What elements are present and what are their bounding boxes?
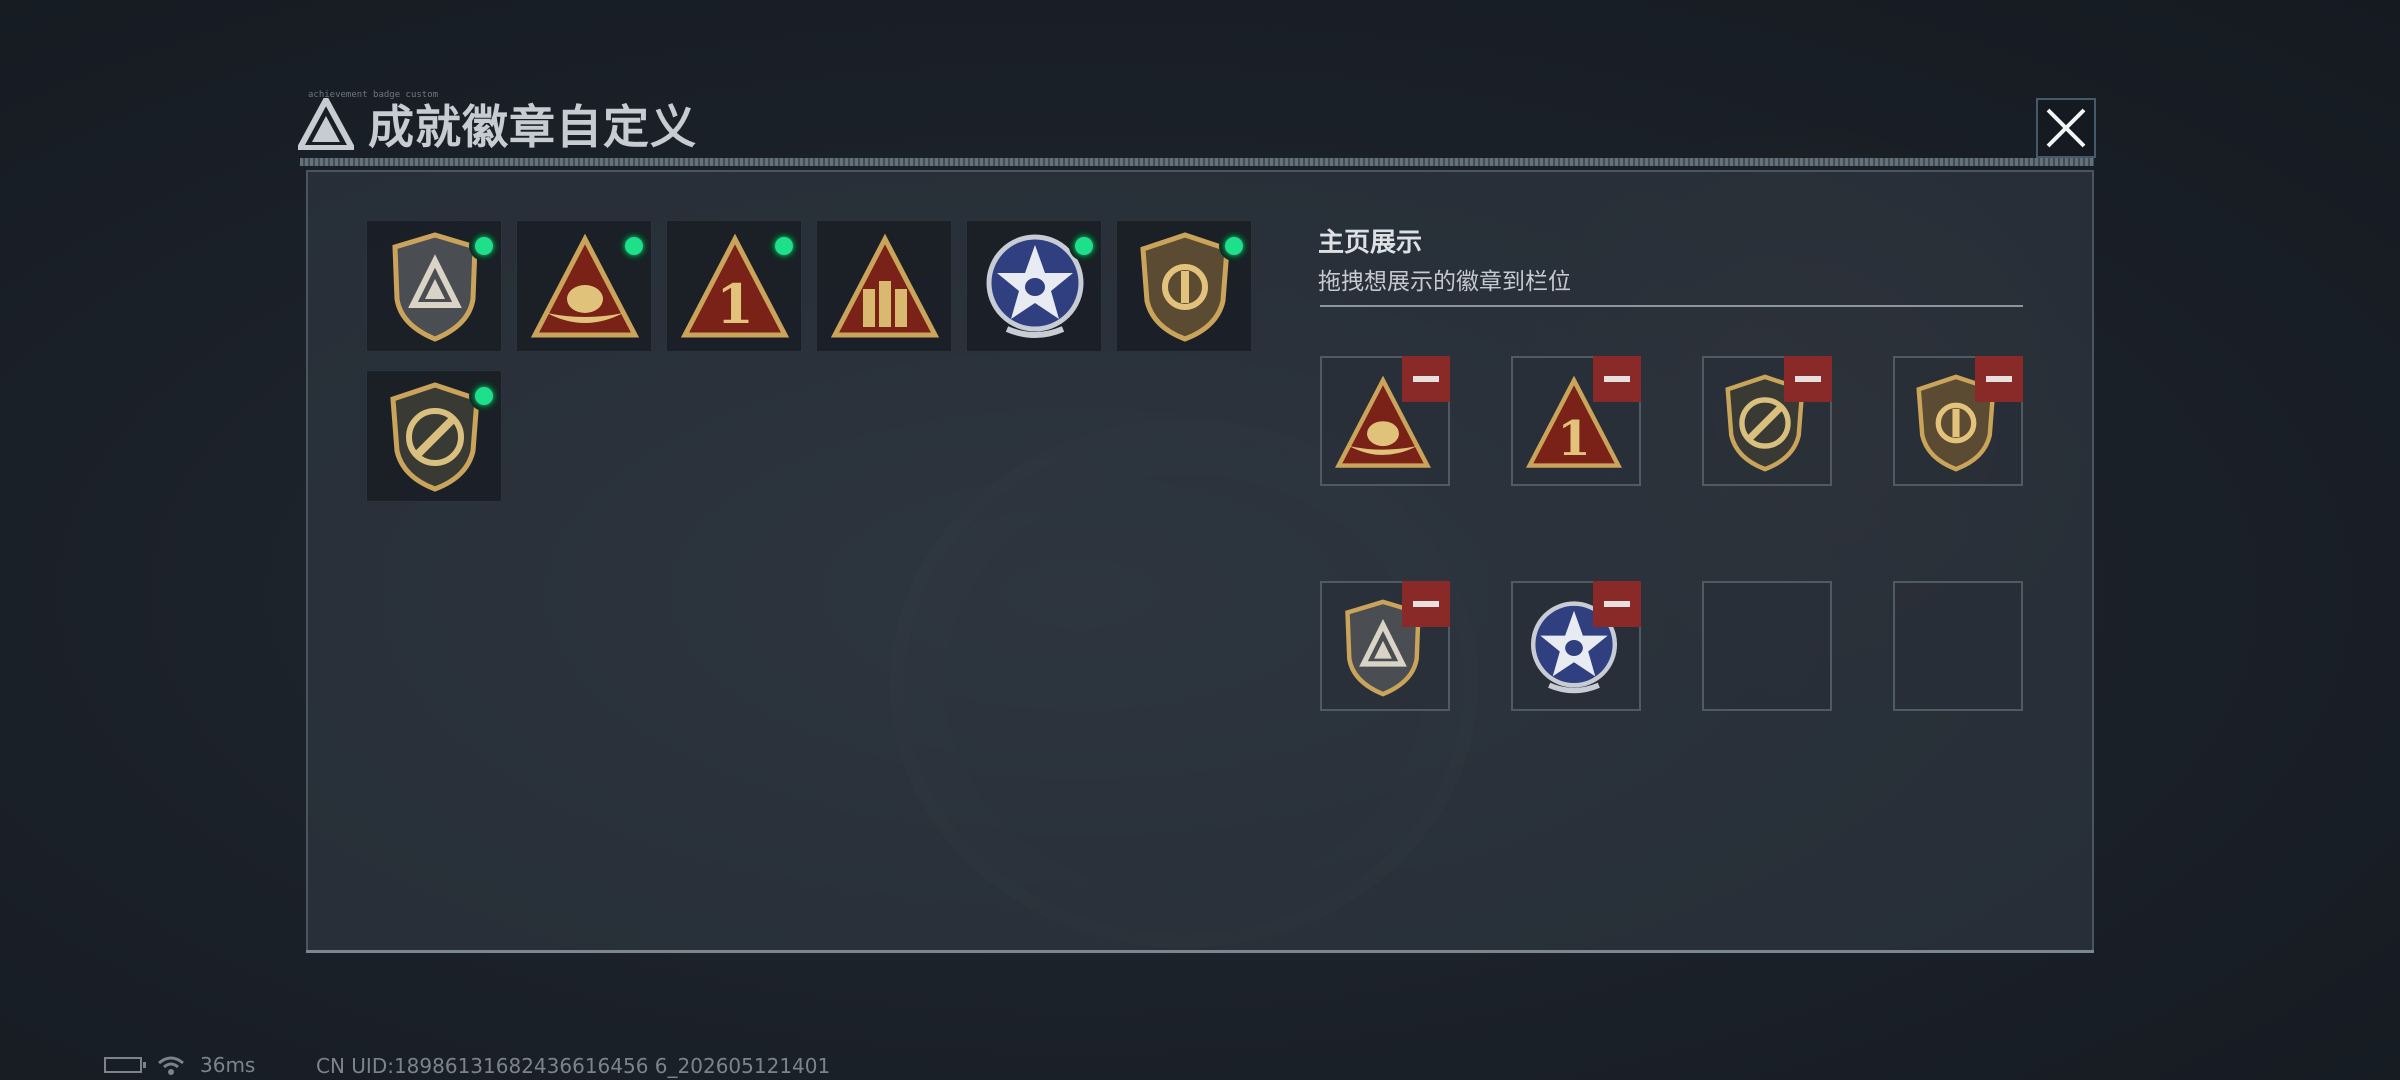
showcase-slot[interactable] [1702,356,1832,486]
remove-badge-button[interactable] [1593,356,1641,402]
remove-badge-button[interactable] [1784,356,1832,402]
ping-text: 36ms [200,1053,256,1077]
remove-badge-button[interactable] [1402,581,1450,627]
equipped-indicator [1219,231,1249,261]
svg-text:1: 1 [716,272,754,336]
showcase-slot-empty[interactable] [1702,581,1832,711]
triangle-soldiers-badge-icon [830,233,940,338]
badge-item[interactable] [366,220,502,352]
remove-badge-button[interactable] [1402,356,1450,402]
wifi-icon [158,1056,184,1075]
equipped-indicator [469,381,499,411]
panel-bottom-line [306,950,2094,953]
status-bar: 36ms [104,1053,256,1077]
close-icon [2046,108,2086,148]
uid-text: CN UID:18986131682436616456 6_2026051214… [316,1054,831,1078]
badge-item[interactable] [516,220,652,352]
dialog-header: 成就徽章自定义 [298,92,697,156]
showcase-divider [1320,305,2023,307]
showcase-slot[interactable] [1320,581,1450,711]
badge-item[interactable] [966,220,1102,352]
showcase-slot-empty[interactable] [1893,581,2023,711]
dialog-title: 成就徽章自定义 [368,100,697,154]
equipped-indicator [769,231,799,261]
showcase-slot[interactable] [1511,581,1641,711]
panel-top-bar [300,158,2094,166]
equipped-indicator [469,231,499,261]
battery-icon [104,1057,146,1073]
remove-badge-button[interactable] [1593,581,1641,627]
showcase-subtitle: 拖拽想展示的徽章到栏位 [1318,269,1571,295]
svg-text:1: 1 [1557,411,1590,467]
showcase-slot[interactable] [1320,356,1450,486]
equipped-indicator [619,231,649,261]
showcase-slot[interactable] [1893,356,2023,486]
badge-item[interactable]: 1 [666,220,802,352]
close-button[interactable] [2036,98,2096,158]
badge-item[interactable] [1116,220,1252,352]
remove-badge-button[interactable] [1975,356,2023,402]
showcase-title: 主页展示 [1318,228,1423,258]
showcase-slot[interactable]: 1 [1511,356,1641,486]
badge-item[interactable] [366,370,502,502]
triangle-logo-icon [298,98,354,150]
badge-item[interactable] [816,220,952,352]
equipped-indicator [1069,231,1099,261]
